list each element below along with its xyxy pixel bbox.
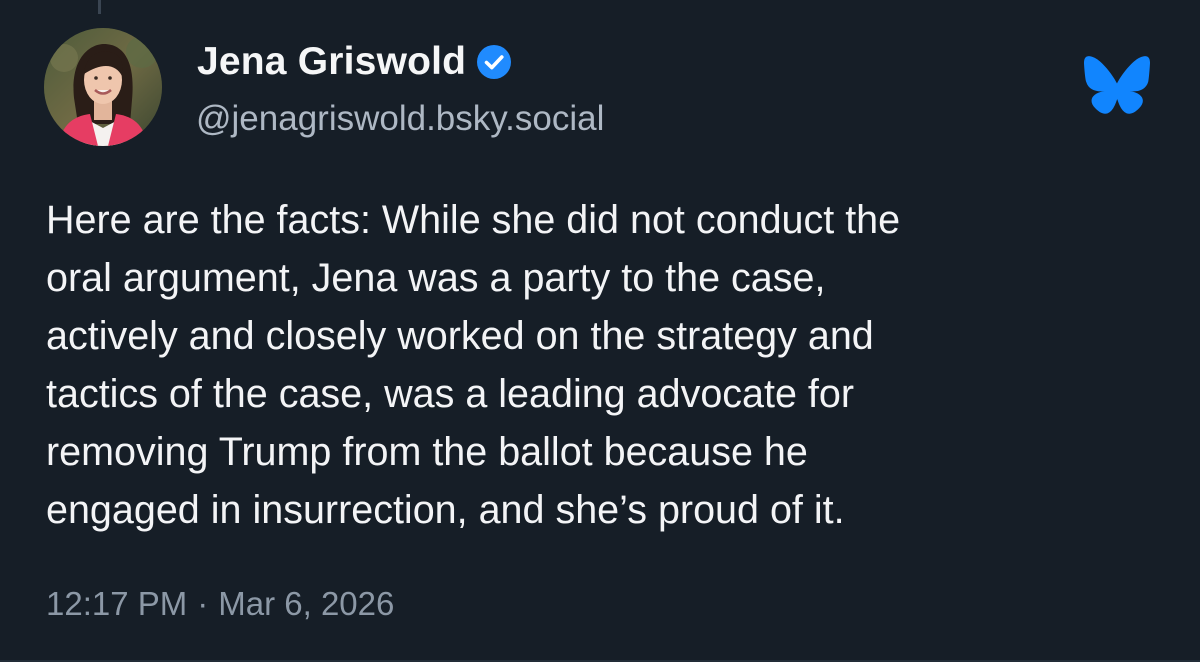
avatar[interactable]	[44, 28, 162, 146]
post-card[interactable]: Jena Griswold @jenagriswold.bsky.social …	[0, 0, 1200, 662]
post-text-line: removing Trump from the ballot because h…	[46, 430, 808, 474]
post-text-line: engaged in insurrection, and she’s proud…	[46, 488, 845, 532]
post-body-text: Here are the facts: While she did not co…	[46, 191, 1166, 539]
post-text-line: actively and closely worked on the strat…	[46, 314, 874, 358]
post-text-line: tactics of the case, was a leading advoc…	[46, 372, 855, 416]
author-handle[interactable]: @jenagriswold.bsky.social	[196, 99, 604, 139]
author-name-row: Jena Griswold	[197, 38, 512, 86]
bluesky-butterfly-icon	[1084, 56, 1150, 116]
verified-check-icon	[476, 44, 512, 80]
post-time: 12:17 PM	[46, 585, 188, 622]
author-display-name[interactable]: Jena Griswold	[197, 40, 466, 84]
post-timestamp[interactable]: 12:17 PM · Mar 6, 2026	[46, 585, 394, 623]
post-text-line: Here are the facts: While she did not co…	[46, 198, 901, 242]
post-date: Mar 6, 2026	[218, 585, 395, 622]
timestamp-separator: ·	[197, 585, 209, 622]
post-text-line: oral argument, Jena was a party to the c…	[46, 256, 826, 300]
